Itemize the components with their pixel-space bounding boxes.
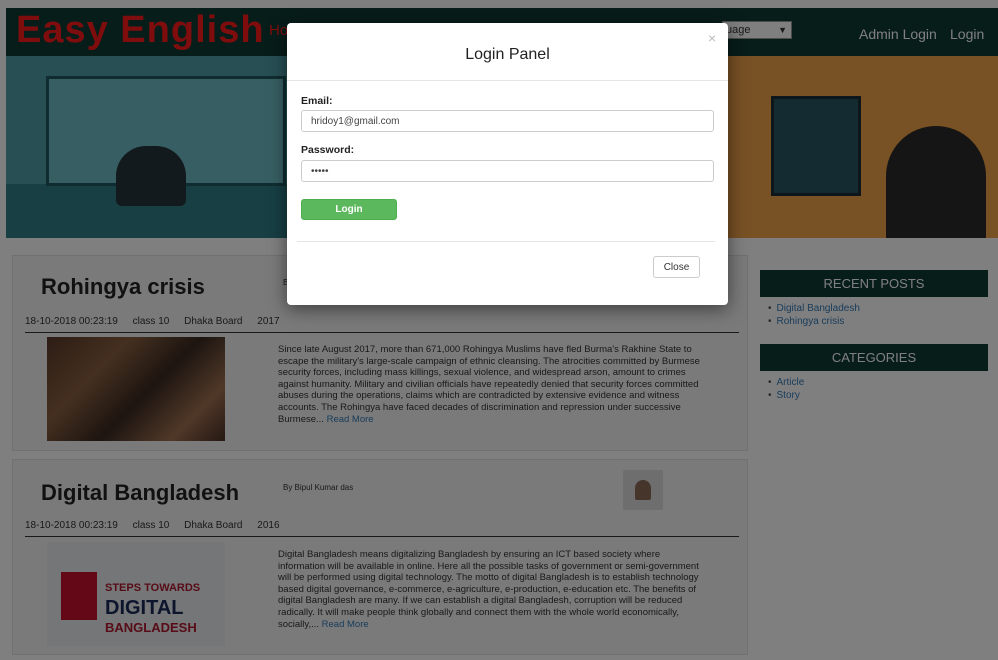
login-modal: × Login Panel Email: Password: Login Clo… bbox=[287, 23, 728, 305]
email-field[interactable] bbox=[301, 110, 714, 132]
modal-header-divider bbox=[287, 80, 728, 81]
close-button[interactable]: Close bbox=[653, 256, 700, 278]
email-label: Email: bbox=[301, 95, 333, 107]
modal-footer-divider bbox=[297, 241, 715, 242]
close-icon[interactable]: × bbox=[708, 30, 716, 46]
password-field[interactable] bbox=[301, 160, 714, 182]
modal-title: Login Panel bbox=[465, 46, 550, 63]
login-button[interactable]: Login bbox=[301, 199, 397, 220]
password-label: Password: bbox=[301, 144, 355, 156]
